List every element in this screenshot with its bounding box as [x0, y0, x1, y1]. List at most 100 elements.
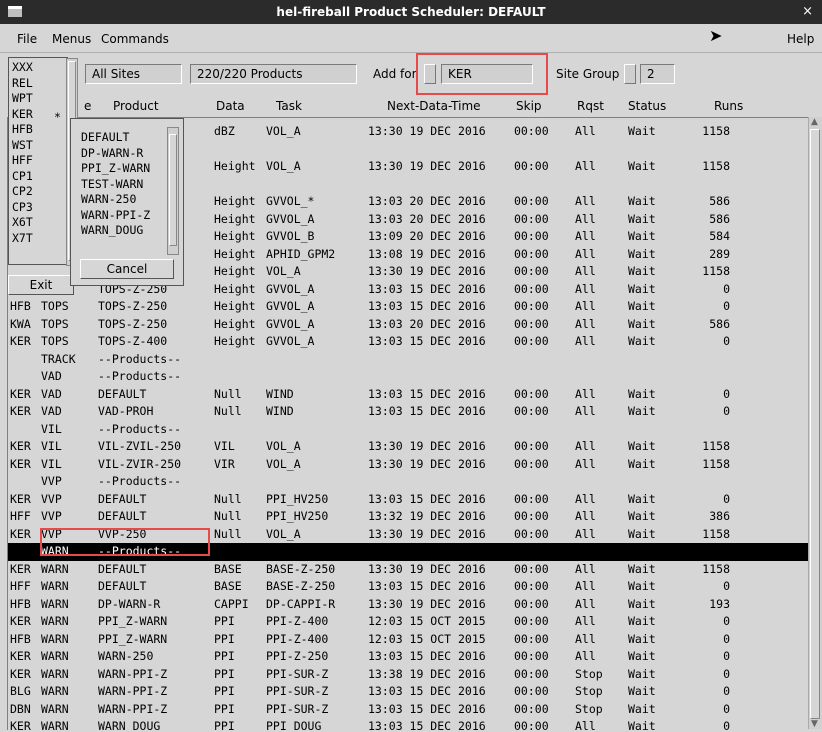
table-row[interactable]: BLG WARN WARN-PPI-Z PPI PPI-SUR-Z 13:03 15 DE…: [8, 683, 814, 701]
table-row[interactable]: KER VIL VIL-ZVIR-250 VIR VOL_A 13:30 19 DEC 2…: [8, 456, 814, 474]
cell-rqst: All: [575, 246, 596, 261]
cell-product: WARN-PPI-Z: [98, 701, 168, 716]
col-skip-header[interactable]: Skip: [516, 99, 542, 113]
menu-file[interactable]: File: [17, 32, 37, 46]
scroll-up-icon[interactable]: ▲: [811, 117, 818, 127]
col-runs-header[interactable]: Runs: [714, 99, 743, 113]
cell-rqst: All: [575, 526, 596, 541]
cell-next: 13:09 20 DEC 2016: [368, 229, 486, 243]
cell-skip: 00:00: [514, 299, 549, 313]
col-product-header[interactable]: Product: [113, 99, 159, 113]
table-row[interactable]: HFF WARN DEFAULT BASE BASE-Z-250 13:03 15 DEC…: [8, 578, 814, 596]
col-task-header[interactable]: Task: [276, 99, 302, 113]
cell-skip: 00:00: [514, 281, 549, 296]
site-list-item[interactable]: HFF: [12, 153, 33, 169]
site-list-item[interactable]: WST: [12, 138, 33, 154]
site-list-item[interactable]: CP2: [12, 184, 33, 200]
table-row[interactable]: TRACK --Products--: [8, 351, 814, 369]
cell-site: KER: [10, 386, 31, 401]
table-row[interactable]: KER VVP VVP-250 Null VOL_A 13:30 19 DEC 2016 0…: [8, 526, 814, 544]
product-list-item[interactable]: DEFAULT: [81, 130, 150, 146]
cell-rqst: All: [575, 579, 596, 593]
table-row[interactable]: KER VVP DEFAULT Null PPI_HV250 13:03 15 DEC 2…: [8, 491, 814, 509]
table-row[interactable]: HFB WARN PPI_Z-WARN PPI PPI-Z-400 12:03 15 OC…: [8, 631, 814, 649]
cell-task: WIND: [266, 386, 294, 401]
menu-commands[interactable]: Commands: [101, 32, 169, 46]
cell-site: HFB: [10, 299, 31, 313]
table-row[interactable]: WARN --Products--: [8, 543, 814, 561]
table-row[interactable]: KER VAD VAD-PROH Null WIND 13:03 15 DEC 2016 0…: [8, 403, 814, 421]
cell-task: PPI-Z-250: [266, 649, 329, 663]
table-row[interactable]: KER WARN DEFAULT BASE BASE-Z-250 13:30 19 DEC…: [8, 561, 814, 579]
cell-site: KER: [10, 614, 31, 628]
cell-product: WARN-PPI-Z: [98, 684, 168, 698]
site-list-item[interactable]: X6T: [12, 215, 33, 231]
cell-next: 13:32 19 DEC 2016: [368, 509, 486, 523]
product-list-item[interactable]: PPI_Z-WARN: [81, 161, 150, 177]
cell-site: HFF: [10, 579, 31, 593]
table-row[interactable]: VIL --Products--: [8, 421, 814, 439]
table-row[interactable]: VVP --Products--: [8, 473, 814, 491]
cell-runs: 0: [723, 719, 730, 730]
add-for-field[interactable]: KER: [441, 64, 533, 84]
scroll-down-icon[interactable]: ▼: [811, 719, 818, 729]
col-next-header[interactable]: Next-Data-Time: [387, 99, 481, 113]
table-row[interactable]: HFB TOPS TOPS-Z-250 Height GVVOL_A 13:03 15 D…: [8, 298, 814, 316]
exit-button[interactable]: Exit: [8, 275, 74, 295]
cell-skip: 00:00: [514, 229, 549, 243]
product-list-item[interactable]: WARN-250: [81, 192, 150, 208]
close-icon[interactable]: ×: [802, 4, 813, 19]
cancel-button[interactable]: Cancel: [80, 259, 174, 279]
site-list-item[interactable]: REL: [12, 76, 33, 92]
col-site-header[interactable]: e: [84, 99, 91, 113]
product-list-item[interactable]: TEST-WARN: [81, 177, 150, 193]
table-scrollbar[interactable]: ▲ ▼: [808, 117, 822, 729]
product-list-scroll-thumb[interactable]: [169, 134, 177, 246]
site-list-item[interactable]: KER: [12, 107, 33, 123]
table-row[interactable]: HFB WARN DP-WARN-R CAPPI DP-CAPPI-R 13:30 19 …: [8, 596, 814, 614]
product-list-item[interactable]: DP-WARN-R: [81, 146, 150, 162]
site-list-item[interactable]: CP1: [12, 169, 33, 185]
menu-menus[interactable]: Menus: [52, 32, 91, 46]
cell-data: Height: [214, 334, 256, 348]
cell-task: PPI-SUR-Z: [266, 701, 329, 716]
site-filter-field[interactable]: All Sites: [85, 64, 182, 84]
menubar: File Menus Commands Help: [0, 24, 822, 53]
table-row[interactable]: KER WARN WARN-250 PPI PPI-Z-250 13:03 15 DEC …: [8, 648, 814, 666]
cell-task: GVVOL_A: [266, 281, 315, 296]
cell-runs: 0: [723, 631, 730, 646]
cell-skip: 00:00: [514, 526, 549, 541]
cell-task: GVVOL_B: [266, 229, 315, 243]
table-row[interactable]: HFF VVP DEFAULT Null PPI_HV250 13:32 19 DEC 2…: [8, 508, 814, 526]
col-data-header[interactable]: Data: [216, 99, 245, 113]
product-list-scrollbar[interactable]: [167, 127, 179, 255]
cell-next: 13:30 19 DEC 2016: [368, 159, 486, 173]
cell-product: --Products--: [98, 369, 182, 383]
product-list-item[interactable]: WARN-PPI-Z: [81, 208, 150, 224]
table-row[interactable]: KER WARN WARN_DOUG PPI PPI_DOUG 13:03 15 DEC …: [8, 718, 814, 730]
table-row[interactable]: KER WARN PPI_Z-WARN PPI PPI-Z-400 12:03 15 OC…: [8, 613, 814, 631]
cell-status: Wait: [628, 194, 656, 208]
table-scrollbar-thumb[interactable]: [810, 129, 820, 719]
cell-runs: 1158: [702, 264, 730, 278]
table-row[interactable]: DBN WARN WARN-PPI-Z PPI PPI-SUR-Z 13:03 15 DE…: [8, 701, 814, 719]
table-row[interactable]: VAD --Products--: [8, 368, 814, 386]
table-row[interactable]: KER WARN WARN-PPI-Z PPI PPI-SUR-Z 13:38 19 DE…: [8, 666, 814, 684]
table-row[interactable]: KWA TOPS TOPS-Z-250 Height GVVOL_A 13:03 20 D…: [8, 316, 814, 334]
site-list-item[interactable]: XXX: [12, 60, 33, 76]
site-group-toggle[interactable]: [624, 64, 636, 84]
site-list-item[interactable]: HFB: [12, 122, 33, 138]
site-list-item[interactable]: X7T: [12, 231, 33, 247]
table-row[interactable]: KER TOPS TOPS-Z-400 Height GVVOL_A 13:03 15 D…: [8, 333, 814, 351]
table-row[interactable]: KER VAD DEFAULT Null WIND 13:03 15 DEC 2016 00…: [8, 386, 814, 404]
cell-runs: 0: [723, 684, 730, 698]
col-rqst-header[interactable]: Rqst: [577, 99, 604, 113]
product-list-item[interactable]: WARN_DOUG: [81, 223, 150, 239]
site-list-item[interactable]: WPT: [12, 91, 33, 107]
add-for-toggle[interactable]: [424, 64, 436, 84]
col-status-header[interactable]: Status: [628, 99, 666, 113]
site-list-item[interactable]: CP3: [12, 200, 33, 216]
table-row[interactable]: KER VIL VIL-ZVIL-250 VIL VOL_A 13:30 19 DEC 2…: [8, 438, 814, 456]
menu-help[interactable]: Help: [787, 32, 814, 46]
site-group-field[interactable]: 2: [640, 64, 675, 84]
